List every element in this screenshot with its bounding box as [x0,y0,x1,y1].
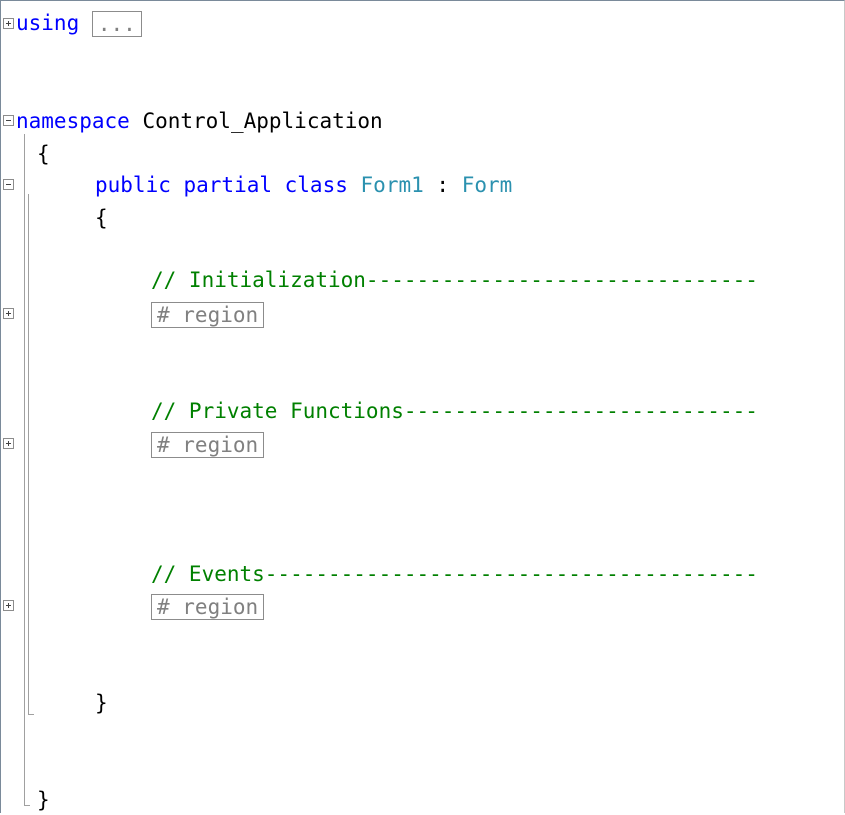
namespace-close-brace: } [37,788,50,812]
outline-guide-namespace [24,134,25,806]
region-line-1[interactable]: # region [151,299,265,329]
comment-events: // Events-------------------------------… [151,562,758,586]
region-collapsed-3[interactable]: # region [151,594,265,620]
region-collapsed-2[interactable]: # region [151,432,265,458]
comment-initialization: // Initialization-----------------------… [151,268,758,292]
class-close-brace: } [95,691,108,715]
base-class-name: Form [461,173,513,197]
region-line-3[interactable]: # region [151,591,265,621]
plus-box-icon[interactable] [3,600,14,611]
using-collapsed-block[interactable]: ... [91,11,142,37]
plus-box-icon[interactable] [3,308,14,319]
class-declaration-line[interactable]: public partial class Form1 : Form [95,170,512,200]
minus-box-icon[interactable] [3,115,14,126]
namespace-name: Control_Application [142,109,383,133]
region-line-2[interactable]: # region [151,429,265,459]
plus-box-icon[interactable] [3,18,14,29]
namespace-keyword: namespace [16,109,130,133]
class-colon: : [423,173,462,197]
namespace-open-brace: { [37,142,50,166]
region-collapsed-1[interactable]: # region [151,302,265,328]
class-name: Form1 [360,173,424,197]
using-keyword: using [16,11,80,35]
outline-guide-namespace-end [24,805,30,806]
namespace-line[interactable]: namespace Control_Application [16,106,383,136]
comment-private-functions: // Private Functions--------------------… [151,399,758,423]
class-modifiers: public partial class [95,173,348,197]
outline-guide-class [28,194,29,714]
class-open-brace: { [95,206,108,230]
using-line[interactable]: using ... [16,8,142,38]
minus-box-icon[interactable] [3,179,14,190]
outline-guide-class-end [28,714,34,715]
plus-box-icon[interactable] [3,438,14,449]
